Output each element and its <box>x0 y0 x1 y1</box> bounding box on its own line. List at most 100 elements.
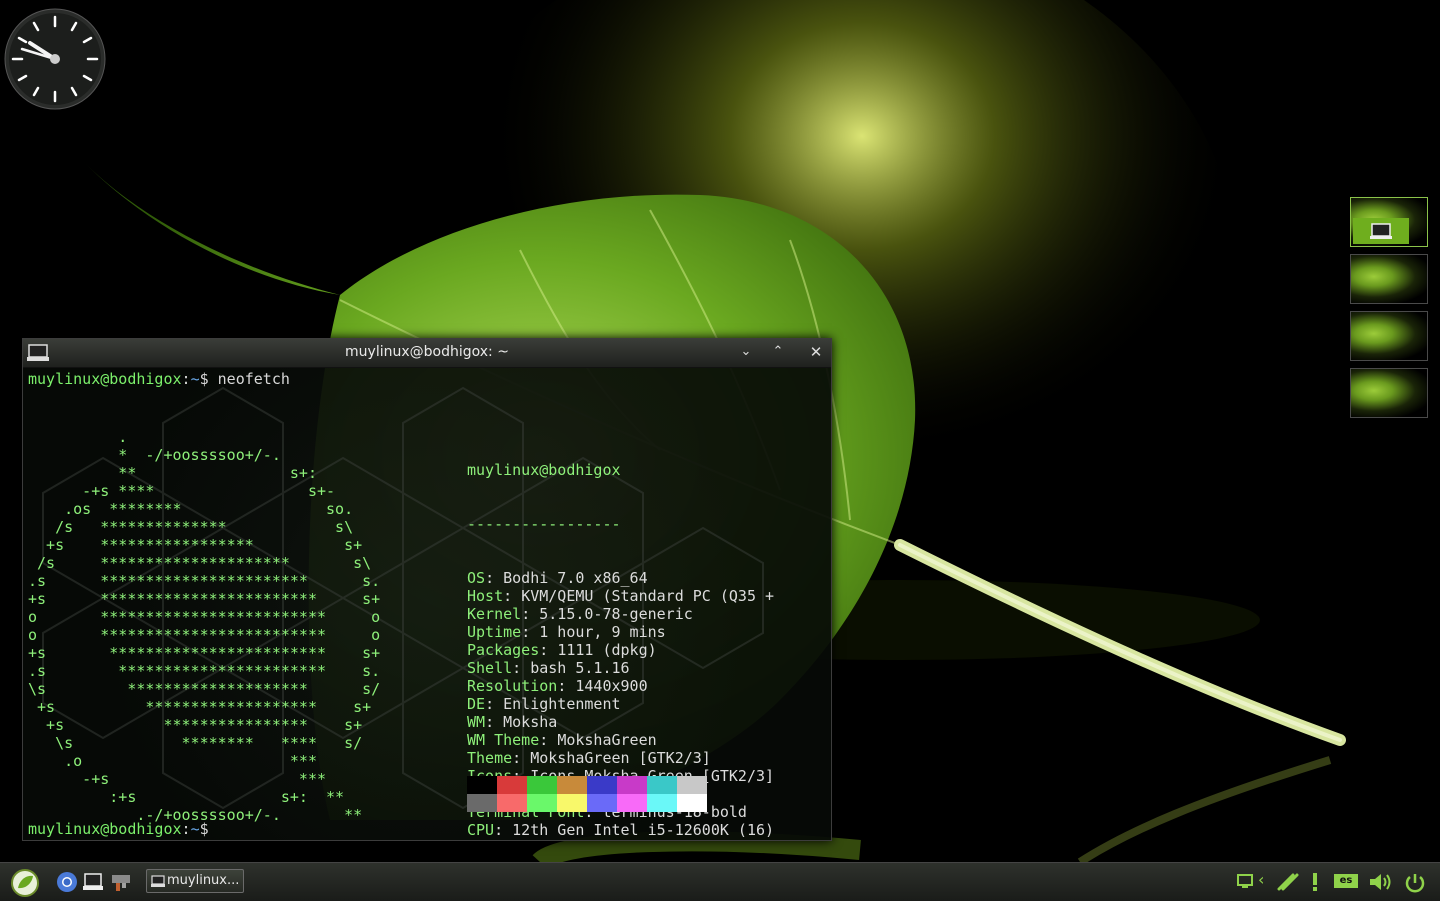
info-value: KVM/QEMU (Standard PC (Q35 + <box>521 587 775 605</box>
info-key: Uptime <box>467 623 522 641</box>
info-key: WM Theme <box>467 731 540 749</box>
desktop-pager <box>1350 197 1432 425</box>
info-row: DE: Enlightenment <box>467 695 621 713</box>
volume-icon[interactable] <box>1368 872 1394 892</box>
info-value: bash 5.1.16 <box>530 659 630 677</box>
notification-icon[interactable] <box>1308 872 1322 892</box>
prompt-user: muylinux@bodhigox <box>28 820 182 838</box>
prompt-line-1: muylinux@bodhigox:~$ neofetch <box>28 370 290 388</box>
info-key: WM <box>467 713 486 731</box>
color-swatch <box>557 776 587 794</box>
window-title: muylinux@bodhigox: ~ <box>345 344 509 360</box>
info-key: CPU <box>467 821 495 839</box>
info-key: Shell <box>467 659 513 677</box>
window-titlebar[interactable]: muylinux@bodhigox: ~ ⌄ ⌃ ✕ <box>23 339 831 368</box>
prompt-symbol: $ <box>199 370 209 388</box>
terminal-icon <box>151 875 165 887</box>
prompt-symbol: $ <box>199 820 209 838</box>
info-value: Moksha <box>503 713 558 731</box>
color-swatch <box>587 794 617 812</box>
info-row: Packages: 1111 (dpkg) <box>467 641 657 659</box>
pager-desktop-2[interactable] <box>1350 254 1428 304</box>
prompt-line-2[interactable]: muylinux@bodhigox:~$ <box>28 820 209 838</box>
maximize-button[interactable]: ⌃ <box>769 343 787 361</box>
color-swatch <box>527 776 557 794</box>
keyboard-layout-indicator[interactable]: es <box>1334 874 1358 888</box>
show-desktop-icon[interactable] <box>1236 872 1254 890</box>
pager-desktop-1[interactable] <box>1350 197 1428 247</box>
terminal-launcher-icon[interactable] <box>82 871 104 893</box>
clock-gadget[interactable] <box>4 6 106 112</box>
info-value: Bodhi 7.0 x86_64 <box>503 569 648 587</box>
ascii-logo: . * -/+oossssoo+/-. ** s+: -+s **** s+- … <box>28 428 381 824</box>
minimize-button[interactable]: ⌄ <box>737 343 755 361</box>
chevron-down-icon: ⌄ <box>740 344 752 359</box>
terminal-icon <box>1370 223 1392 239</box>
terminal-window[interactable]: muylinux@bodhigox: ~ ⌄ ⌃ ✕ muylinux@bodh… <box>22 338 832 841</box>
prompt-path: ~ <box>190 820 200 838</box>
info-value: 12th Gen Intel i5-12600K (16) <box>512 821 775 839</box>
color-swatch <box>497 776 527 794</box>
info-value: 5.15.0-78-generic <box>539 605 693 623</box>
color-swatch <box>677 776 707 794</box>
color-swatch <box>647 776 677 794</box>
info-value: MokshaGreen [GTK2/3] <box>530 749 711 767</box>
bodhi-menu-icon[interactable] <box>10 868 40 898</box>
color-swatch <box>557 794 587 812</box>
info-row: Kernel: 5.15.0-78-generic <box>467 605 693 623</box>
info-header: muylinux@bodhigox <box>467 461 621 479</box>
pager-desktop-3[interactable] <box>1350 311 1428 361</box>
color-swatch <box>617 776 647 794</box>
info-row: Uptime: 1 hour, 9 mins <box>467 623 666 641</box>
terminal-output[interactable]: muylinux@bodhigox:~$ neofetch . * -/+oos… <box>23 368 831 840</box>
info-key: Kernel <box>467 605 522 623</box>
info-row: WM: Moksha <box>467 713 558 731</box>
info-value: 1440x900 <box>575 677 648 695</box>
taskbar: muylinux... ‹ es <box>0 862 1440 901</box>
info-key: Theme <box>467 749 513 767</box>
color-swatch <box>587 776 617 794</box>
info-value: Enlightenment <box>503 695 621 713</box>
power-icon[interactable] <box>1404 872 1426 894</box>
close-button[interactable]: ✕ <box>807 343 825 361</box>
info-value: 1111 (dpkg) <box>557 641 657 659</box>
chevron-up-icon: ⌃ <box>772 344 784 359</box>
info-row: Resolution: 1440x900 <box>467 677 648 695</box>
color-swatch <box>617 794 647 812</box>
taskbar-window-label: muylinux... <box>167 873 240 888</box>
info-value: 00:01.0 Red Hat, Inc. QXL para <box>512 839 783 840</box>
taskbar-window-button[interactable]: muylinux... <box>146 869 244 893</box>
pager-window-thumbnail <box>1353 218 1409 244</box>
color-swatch <box>677 794 707 812</box>
info-key: Host <box>467 587 504 605</box>
info-key: GPU <box>467 839 494 840</box>
info-separator: ----------------- <box>467 515 621 533</box>
info-value: MokshaGreen <box>557 731 657 749</box>
info-value: 1 hour, 9 mins <box>539 623 666 641</box>
info-row: Host: KVM/QEMU (Standard PC (Q35 + <box>467 587 775 605</box>
color-swatch <box>527 794 557 812</box>
prompt-user: muylinux@bodhigox <box>28 370 182 388</box>
pager-desktop-4[interactable] <box>1350 368 1428 418</box>
chromium-icon[interactable] <box>56 871 78 893</box>
color-swatch <box>467 794 497 812</box>
info-row: Theme: MokshaGreen [GTK2/3] <box>467 749 711 767</box>
network-icon[interactable] <box>1276 872 1300 892</box>
prompt-path: ~ <box>190 370 200 388</box>
info-row: WM Theme: MokshaGreen <box>467 731 657 749</box>
color-swatch <box>467 776 497 794</box>
info-row: CPU: 12th Gen Intel i5-12600K (16) <box>467 821 775 839</box>
info-row: OS: Bodhi 7.0 x86_64 <box>467 569 648 587</box>
color-swatch <box>647 794 677 812</box>
color-palette <box>467 776 707 812</box>
color-swatch <box>497 794 527 812</box>
command-text: neofetch <box>208 370 290 388</box>
close-icon: ✕ <box>809 343 823 361</box>
info-row: Shell: bash 5.1.16 <box>467 659 630 677</box>
file-manager-icon[interactable] <box>110 871 132 893</box>
info-key: DE <box>467 695 486 713</box>
info-key: Packages <box>467 641 540 659</box>
chevron-left-icon[interactable]: ‹ <box>1258 870 1264 889</box>
info-row: GPU: 00:01.0 Red Hat, Inc. QXL para <box>467 839 783 840</box>
info-key: Resolution <box>467 677 558 695</box>
